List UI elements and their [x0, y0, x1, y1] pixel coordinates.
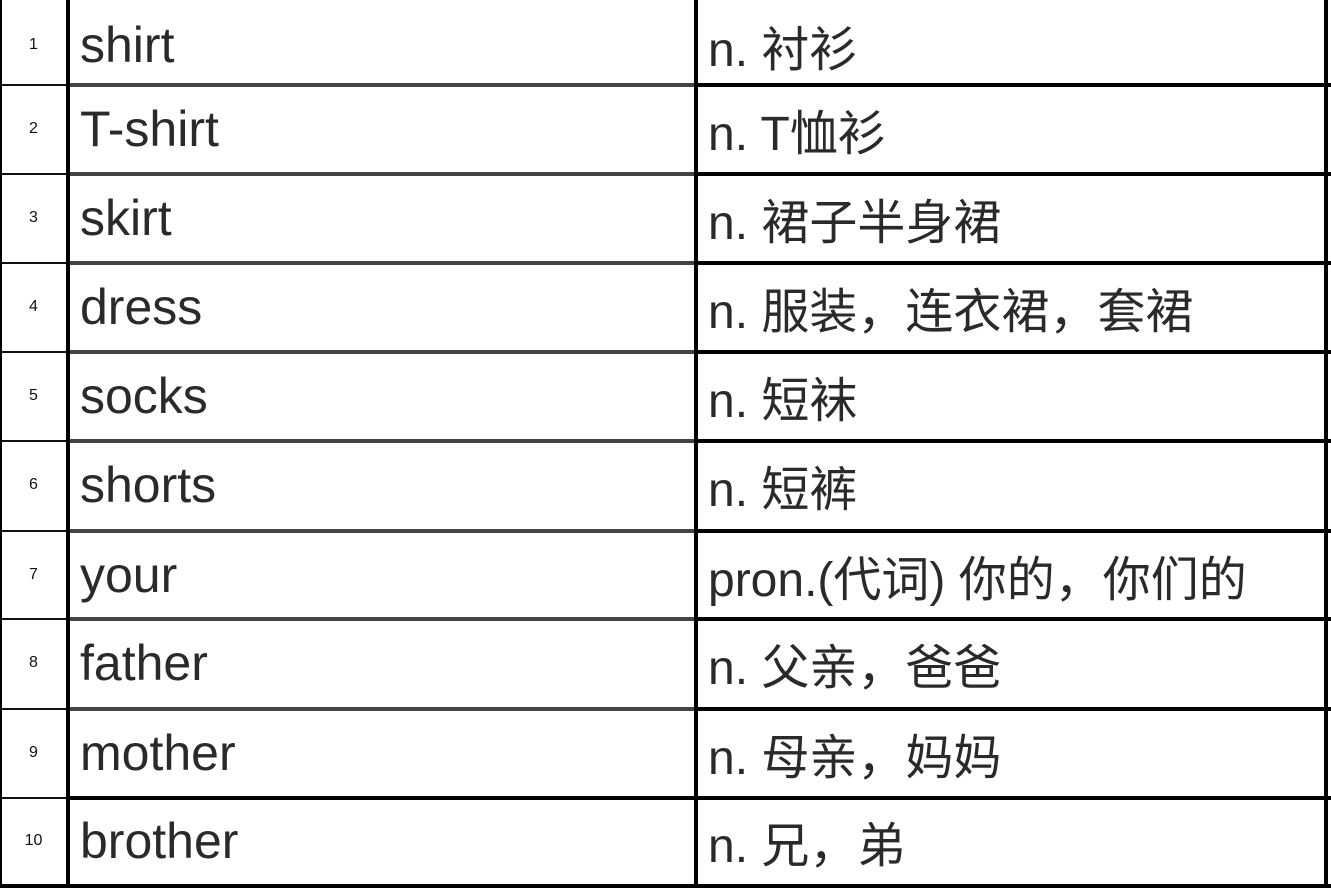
- word-cell: skirt: [80, 189, 172, 246]
- word-cell: dress: [80, 278, 203, 335]
- word-cell: father: [80, 634, 208, 691]
- definition-cell: pron.(代词) 你的，你们的: [708, 553, 1247, 607]
- table-bottom-border: [0, 884, 1331, 888]
- column-divider: [1324, 0, 1328, 888]
- table-row: 1 shirt n. 衬衫: [0, 0, 1331, 89]
- table-row: 2 T-shirt n. T恤衫: [0, 83, 1331, 173]
- word-cell: shirt: [80, 16, 175, 73]
- definition-cell: n. 短袜: [708, 374, 858, 428]
- definition-cell: n. 母亲，妈妈: [708, 731, 1002, 785]
- row-number: 7: [29, 565, 38, 583]
- word-cell: brother: [80, 812, 239, 869]
- row-number: 10: [24, 831, 43, 849]
- table-row: 4 dress n. 服装，连衣裙，套裙: [0, 261, 1331, 351]
- column-divider: [66, 0, 70, 888]
- vocabulary-table: 1 shirt n. 衬衫 2 T-shirt n. T恤衫 3 skirt n…: [0, 0, 1331, 888]
- column-divider: [694, 0, 698, 888]
- definition-cell: n. 裙子半身裙: [708, 196, 1002, 250]
- table-row: 7 your pron.(代词) 你的，你们的: [0, 529, 1331, 619]
- word-cell: your: [80, 546, 178, 603]
- definition-cell: n. T恤衫: [708, 107, 886, 161]
- table-row: 5 socks n. 短袜: [0, 350, 1331, 440]
- table-row: 6 shorts n. 短裤: [0, 439, 1331, 529]
- definition-cell: n. 兄，弟: [708, 819, 906, 873]
- row-number: 2: [29, 119, 38, 137]
- row-number: 1: [29, 35, 38, 53]
- row-number: 9: [29, 743, 38, 761]
- definition-cell: n. 短裤: [708, 463, 858, 517]
- row-number: 8: [29, 653, 38, 671]
- table-row: 3 skirt n. 裙子半身裙: [0, 172, 1331, 262]
- column-divider: [0, 0, 2, 888]
- definition-cell: n. 衬衫: [708, 23, 858, 77]
- row-number: 6: [29, 475, 38, 493]
- table-row: 9 mother n. 母亲，妈妈: [0, 707, 1331, 797]
- row-number: 5: [29, 386, 38, 404]
- word-cell: mother: [80, 724, 236, 781]
- definition-cell: n. 父亲，爸爸: [708, 641, 1002, 695]
- word-cell: shorts: [80, 456, 217, 513]
- word-cell: socks: [80, 367, 208, 424]
- row-number: 4: [29, 297, 38, 315]
- table-row: 10 brother n. 兄，弟: [0, 796, 1331, 884]
- row-number: 3: [29, 208, 38, 226]
- word-cell: T-shirt: [80, 100, 219, 157]
- table-row: 8 father n. 父亲，爸爸: [0, 617, 1331, 707]
- definition-cell: n. 服装，连衣裙，套裙: [708, 285, 1194, 339]
